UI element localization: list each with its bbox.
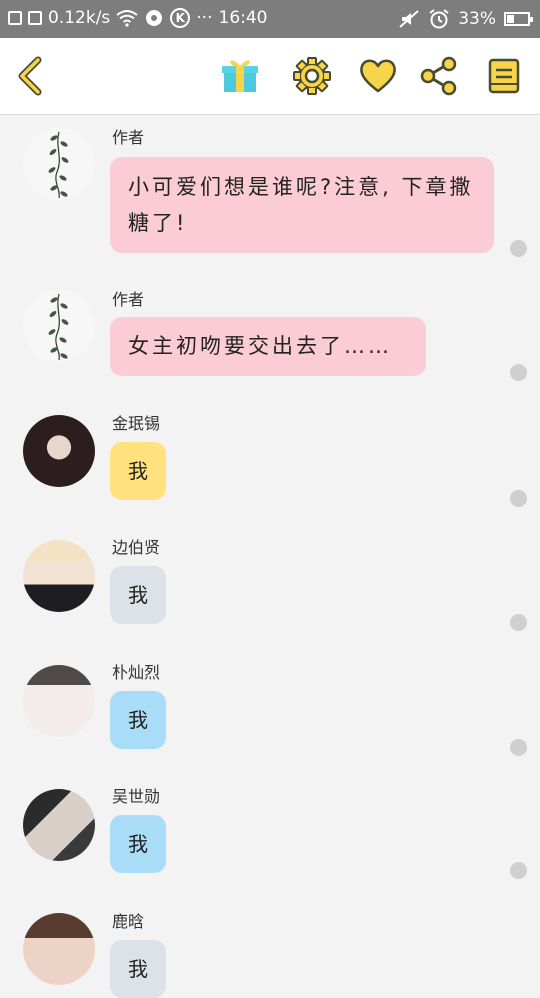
clock: 16:40 — [218, 8, 268, 28]
mute-icon — [399, 10, 419, 28]
read-status-dot — [510, 364, 527, 381]
vine-plant-icon — [48, 293, 69, 361]
notification-icon — [28, 11, 42, 25]
status-bar: 0.12k/s K ··· 16:40 33% — [0, 0, 540, 38]
avatar[interactable] — [23, 290, 95, 362]
avatar[interactable] — [23, 913, 95, 985]
message-bubble[interactable]: 我 — [110, 940, 166, 998]
vine-plant-icon — [48, 131, 69, 199]
read-status-dot — [510, 614, 527, 631]
sender-name: 作者 — [112, 128, 145, 147]
notification-icon — [8, 11, 22, 25]
message-bubble[interactable]: 女主初吻要交出去了…… — [110, 317, 426, 376]
settings-icon[interactable] — [292, 56, 332, 96]
message-bubble[interactable]: 我 — [110, 815, 166, 873]
k-badge-icon: K — [170, 8, 191, 28]
sender-name: 鹿晗 — [112, 912, 145, 931]
read-status-dot — [510, 240, 527, 257]
avatar[interactable] — [23, 789, 95, 861]
back-icon[interactable] — [12, 56, 52, 96]
sender-name: 作者 — [112, 290, 145, 309]
sender-name: 吴世勋 — [112, 787, 161, 806]
battery-percent: 33% — [458, 9, 496, 29]
more-indicator: ··· — [196, 8, 213, 28]
chat-toolbar — [0, 38, 540, 115]
avatar[interactable] — [23, 415, 95, 487]
wifi-icon — [116, 10, 138, 27]
sender-name: 边伯贤 — [112, 538, 161, 557]
gift-icon[interactable] — [220, 56, 260, 96]
notes-icon[interactable] — [484, 56, 524, 96]
avatar[interactable] — [23, 540, 95, 612]
network-speed: 0.12k/s — [48, 8, 111, 28]
heart-icon[interactable] — [358, 56, 398, 96]
message-bubble[interactable]: 我 — [110, 691, 166, 749]
message-bubble[interactable]: 我 — [110, 566, 166, 624]
read-status-dot — [510, 862, 527, 879]
avatar[interactable] — [23, 665, 95, 737]
sender-name: 金珉锡 — [112, 414, 161, 433]
alarm-icon — [429, 9, 449, 29]
read-status-dot — [510, 739, 527, 756]
share-icon[interactable] — [418, 56, 458, 96]
sender-name: 朴灿烈 — [112, 663, 161, 682]
chat-app-icon — [146, 10, 163, 26]
message-bubble[interactable]: 小可爱们想是谁呢?注意, 下章撒糖了! — [110, 157, 494, 253]
read-status-dot — [510, 490, 527, 507]
battery-icon — [504, 12, 533, 26]
message-bubble[interactable]: 我 — [110, 442, 166, 500]
avatar[interactable] — [23, 128, 95, 200]
